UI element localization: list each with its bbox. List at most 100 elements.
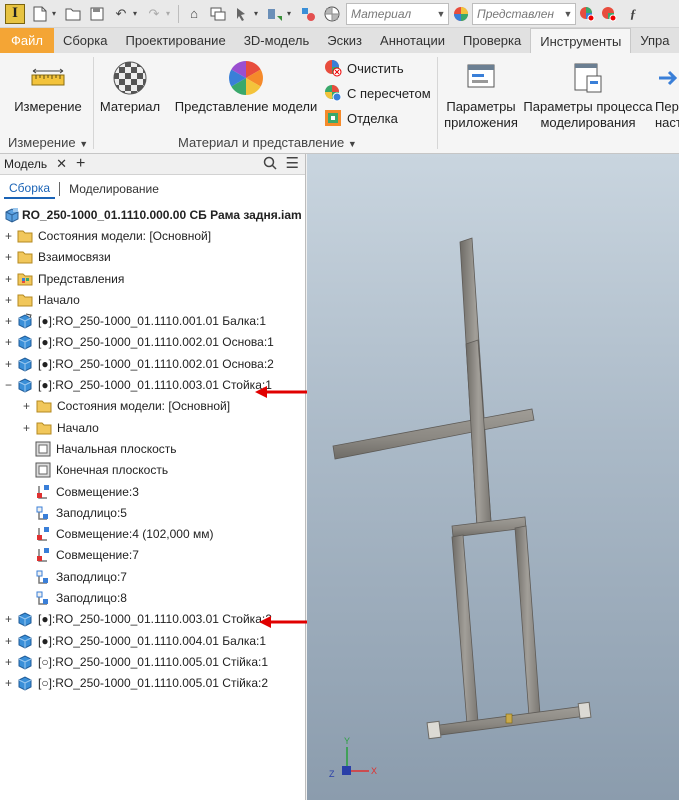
modeling-params-button[interactable]: Параметры процесса моделирования [523, 57, 653, 131]
tab-assembly[interactable]: Сборка [54, 28, 117, 53]
chevron-down-icon[interactable]: ▾ [131, 5, 139, 23]
tree-item-constraint[interactable]: Заподлицо:8 [0, 587, 305, 608]
tree-item-part[interactable]: + [○]:RO_250-1000_01.1110.005.01 Стійка:1 [0, 651, 305, 672]
tree-item-label: [●]:RO_250-1000_01.1110.002.01 Основа:2 [38, 356, 274, 371]
expand-plus-icon[interactable]: + [4, 357, 13, 371]
chevron-down-icon: ▼ [347, 139, 357, 149]
expand-plus-icon[interactable]: + [22, 421, 31, 435]
save-icon[interactable] [88, 5, 106, 23]
material-group-label[interactable]: Материал и представление ▼ [178, 135, 357, 150]
measure-button[interactable]: Измерение [8, 57, 88, 115]
window-copy-icon[interactable] [209, 5, 227, 23]
chevron-down-icon[interactable]: ▾ [252, 5, 260, 23]
collapse-minus-icon[interactable]: − [4, 378, 13, 392]
tree-item-label: Взаимосвязи [38, 250, 111, 265]
undo-icon[interactable]: ↶ [112, 5, 130, 23]
tree-item-constraint[interactable]: Совмещение:4 (102,000 мм) [0, 523, 305, 544]
clear-button[interactable]: Очистить [324, 59, 404, 77]
frame-foot-left[interactable] [426, 720, 442, 740]
open-folder-icon[interactable] [64, 5, 82, 23]
redo-icon[interactable]: ↷ [145, 5, 163, 23]
chevron-down-icon[interactable]: ▾ [50, 5, 58, 23]
hamburger-menu-icon[interactable]: ☰ [286, 154, 299, 172]
application-options-button[interactable]: Параметры приложения [441, 57, 521, 131]
tree-item-constraint[interactable]: Заподлицо:5 [0, 502, 305, 523]
expand-plus-icon[interactable]: + [4, 335, 13, 349]
formula-icon[interactable]: ƒ [624, 5, 642, 23]
select-mode-icon[interactable] [233, 5, 251, 23]
tree-item-end-plane[interactable]: Конечная плоскость [0, 460, 305, 481]
new-file-icon[interactable] [31, 5, 49, 23]
frame-right-leg[interactable] [514, 525, 541, 717]
tree-item-origin[interactable]: + Начало [0, 289, 305, 310]
material-sphere-icon[interactable] [323, 5, 341, 23]
expand-plus-icon[interactable]: + [22, 399, 31, 413]
measure-group-label[interactable]: Измерение ▼ [8, 135, 88, 150]
chevron-down-icon[interactable]: ▼ [434, 9, 448, 19]
tab-tools[interactable]: Инструменты [530, 28, 632, 53]
tree-item-constraint[interactable]: Заподлицо:7 [0, 566, 305, 587]
chevron-down-icon[interactable]: ▼ [561, 9, 575, 19]
expand-plus-icon[interactable]: + [4, 676, 13, 690]
selection-filter-icon[interactable] [266, 5, 284, 23]
tree-item-label: Совмещение:3 [56, 484, 139, 499]
material-button[interactable]: Материал [98, 57, 162, 115]
tree-item-origin[interactable]: + Начало [0, 417, 305, 438]
chevron-down-icon[interactable]: ▾ [285, 5, 293, 23]
home-icon[interactable]: ⌂ [185, 5, 203, 23]
ribbon-separator [93, 57, 94, 149]
tree-item-part[interactable]: + [●]:RO_250-1000_01.1110.001.01 Балка:1 [0, 310, 305, 331]
tree-item-representations[interactable]: + Представления [0, 268, 305, 289]
tab-sketch[interactable]: Эскиз [318, 28, 371, 53]
tab-3d-model[interactable]: 3D-модель [235, 28, 319, 53]
tab-annotate[interactable]: Аннотации [371, 28, 454, 53]
tree-item-part[interactable]: + [○]:RO_250-1000_01.1110.005.01 Стійка:2 [0, 673, 305, 694]
tab-modeling-view[interactable]: Моделирование [64, 180, 164, 198]
appearance-button[interactable]: Представление модели [172, 57, 320, 115]
tree-item-model-states[interactable]: + Состояния модели: [Основной] [0, 225, 305, 246]
tree-item-part[interactable]: + [●]:RO_250-1000_01.1110.002.01 Основа:2 [0, 353, 305, 374]
frame-foot-right[interactable] [577, 701, 592, 720]
expand-plus-icon[interactable]: + [4, 293, 13, 307]
expand-plus-icon[interactable]: + [4, 612, 13, 626]
material-combo[interactable]: Материал ▼ [346, 2, 449, 25]
expand-plus-icon[interactable]: + [4, 655, 13, 669]
close-icon[interactable]: ✕ [56, 156, 67, 172]
tree-item-part[interactable]: + [●]:RO_250-1000_01.1110.004.01 Балка:1 [0, 630, 305, 651]
expand-plus-icon[interactable]: + [4, 229, 13, 243]
appearance-combo[interactable]: Представлен ▼ [472, 2, 576, 25]
expand-plus-icon[interactable]: + [4, 272, 13, 286]
cross-beam[interactable] [332, 408, 535, 460]
tree-item-constraint[interactable]: Совмещение:3 [0, 481, 305, 502]
tab-file[interactable]: Файл [0, 28, 54, 53]
expand-plus-icon[interactable]: + [4, 314, 13, 328]
expand-plus-icon[interactable]: + [4, 634, 13, 648]
tree-root-assembly[interactable]: RO_250-1000_01.1110.000.00 СБ Рама задня… [0, 204, 305, 225]
chevron-down-icon: ▼ [79, 139, 89, 149]
recalc-button[interactable]: С пересчетом [324, 84, 431, 102]
tree-item-part[interactable]: + [●]:RO_250-1000_01.1110.002.01 Основа:1 [0, 332, 305, 353]
chevron-down-icon[interactable]: ▾ [164, 5, 172, 23]
inventor-logo[interactable]: I [5, 3, 25, 24]
visual-style-icon[interactable] [299, 5, 317, 23]
search-icon[interactable] [263, 156, 277, 173]
tree-item-label: Начало [57, 420, 99, 435]
appearance-wheel-icon[interactable] [452, 5, 470, 23]
axis-z-label: Z [329, 769, 335, 779]
tab-manage[interactable]: Упра [631, 28, 678, 53]
expand-plus-icon[interactable]: + [4, 250, 13, 264]
appearance-override-icon[interactable] [578, 5, 596, 23]
tree-item-constraint[interactable]: Совмещение:7 [0, 545, 305, 566]
tab-inspect[interactable]: Проверка [454, 28, 530, 53]
tree-item-start-plane[interactable]: Начальная плоскость [0, 438, 305, 459]
graphics-viewport[interactable]: Y X Z [307, 154, 679, 800]
tab-assembly-view[interactable]: Сборка [4, 179, 56, 199]
frame-left-leg[interactable] [451, 534, 479, 725]
add-panel-icon[interactable]: + [76, 155, 85, 173]
tab-design[interactable]: Проектирование [116, 28, 234, 53]
clear-appearance-icon[interactable] [600, 5, 618, 23]
tree-item-relationships[interactable]: + Взаимосвязи [0, 247, 305, 268]
customize-button[interactable]: Пер наст [655, 57, 679, 131]
finish-button[interactable]: Отделка [324, 109, 398, 127]
tree-item-label: Состояния модели: [Основной] [57, 399, 231, 414]
